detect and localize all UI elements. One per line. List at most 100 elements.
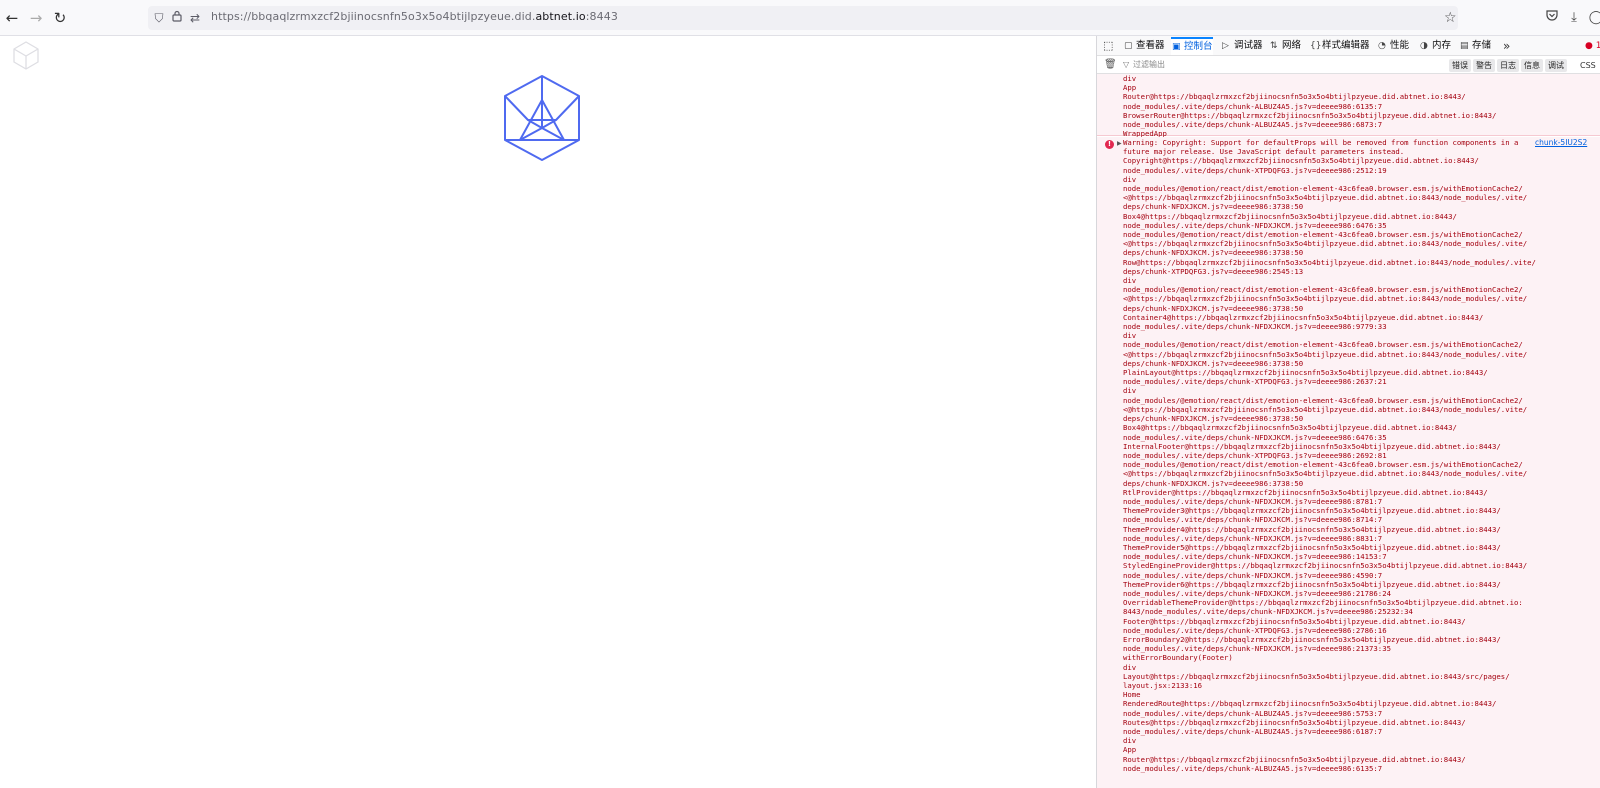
star-icon[interactable]: ☆ [1444, 8, 1457, 28]
console-line: OverridableThemeProvider@https://bbqaqlz… [1123, 598, 1523, 608]
download-icon[interactable]: ⤓ [1566, 8, 1582, 28]
trash-icon[interactable]: 🗑 [1104, 58, 1117, 72]
message-source-link[interactable]: chunk-5IU2S2 [1535, 138, 1587, 148]
console-output[interactable]: div App Router@https://bbqaqlzrmxzcf2bjiin… [1097, 74, 1600, 788]
console-line: layout.jsx:2133:16 [1123, 680, 1203, 690]
console-line: node_modules/@emotion/react/dist/emotion… [1123, 184, 1523, 194]
error-icon: ! [1105, 140, 1114, 149]
tab-inspector[interactable]: ▢ 查看器 [1123, 37, 1165, 55]
console-line: deps/chunk-NFDXJKCM.js?v=deeee986:3738:5… [1123, 202, 1304, 212]
lock-icon[interactable] [169, 9, 185, 27]
console-line: ThemeProvider3@https://bbqaqlzrmxzcf2bji… [1123, 506, 1501, 516]
console-line: node_modules/.vite/deps/chunk-NFDXJKCM.j… [1123, 644, 1391, 654]
reload-icon[interactable]: ↻ [50, 8, 70, 28]
devtools-panel: ⬚ ▢ 查看器 ▣ 控制台 ▷ 调试器 ⇅ 网络 {} 样式编辑器 ◔ 性能 ◑ 内存 ▤ 存储… [1096, 36, 1600, 788]
level-warning-button[interactable]: 警告 [1473, 59, 1495, 72]
console-line: Footer@https://bbqaqlzrmxzcf2bjiinocsnfn… [1123, 616, 1466, 626]
console-line: node_modules/@emotion/react/dist/emotion… [1123, 285, 1523, 295]
account-icon[interactable]: ◯ [1588, 8, 1600, 28]
console-line: Copyright@https://bbqaqlzrmxzcf2bjiinocs… [1123, 156, 1479, 166]
pocket-icon[interactable] [1544, 8, 1560, 28]
console-message: div App Router@https://bbqaqlzrmxzcf2bjiin… [1097, 74, 1600, 138]
console-line: deps/chunk-NFDXJKCM.js?v=deeee986:3738:5… [1123, 303, 1304, 313]
console-line: deps/chunk-XTPDQFG3.js?v=deeee986:2545:1… [1123, 266, 1304, 276]
tab-storage[interactable]: ▤ 存储 [1459, 37, 1491, 55]
tab-debugger[interactable]: ▷ 调试器 [1221, 37, 1263, 55]
console-line: node_modules/.vite/deps/chunk-ALBUZ4A5.j… [1123, 101, 1383, 111]
console-line: node_modules/@emotion/react/dist/emotion… [1123, 460, 1523, 470]
console-filter-bar: 🗑 ▽ 过滤输出 错误 警告 日志 信息 调试 CSS [1097, 56, 1600, 74]
console-line: Router@https://bbqaqlzrmxzcf2bjiinocsnfn… [1123, 754, 1466, 764]
level-debug-button[interactable]: 调试 [1545, 59, 1567, 72]
url-bar[interactable]: ⛉ ⇄ https://bbqaqlzrmxzcf2bjiinocsnfn5o3… [148, 6, 1458, 30]
shield-icon[interactable]: ⛉ [151, 9, 167, 27]
console-line: node_modules/.vite/deps/chunk-ALBUZ4A5.j… [1123, 120, 1383, 130]
url-text[interactable]: https://bbqaqlzrmxzcf2bjiinocsnfn5o3x5o4… [211, 10, 618, 23]
devtools-tabs: ⬚ ▢ 查看器 ▣ 控制台 ▷ 调试器 ⇅ 网络 {} 样式编辑器 ◔ 性能 ◑ 内存 ▤ 存储… [1097, 36, 1600, 56]
arrow-left-icon[interactable]: ← [2, 8, 22, 28]
stack-trace: div App Router@https://bbqaqlzrmxzcf2bjiin… [1123, 74, 1496, 138]
console-line: node_modules/@emotion/react/dist/emotion… [1123, 340, 1523, 350]
console-line: div [1123, 331, 1137, 341]
tab-style-editor[interactable]: {} 样式编辑器 [1309, 37, 1370, 55]
level-error-button[interactable]: 错误 [1449, 59, 1471, 72]
filter-icon: ▽ [1123, 60, 1130, 69]
permissions-icon[interactable]: ⇄ [187, 9, 203, 27]
console-line: InternalFooter@https://bbqaqlzrmxzcf2bji… [1123, 441, 1501, 451]
level-log-button[interactable]: 日志 [1497, 59, 1519, 72]
console-line: Row@https://bbqaqlzrmxzcf2bjiinocsnfn5o3… [1123, 257, 1536, 267]
console-line: node_modules/.vite/deps/chunk-ALBUZ4A5.j… [1123, 727, 1383, 736]
console-line: ErrorBoundary2@https://bbqaqlzrmxzcf2bji… [1123, 634, 1501, 644]
console-line: node_modules/.vite/deps/chunk-NFDXJKCM.j… [1123, 220, 1387, 230]
css-filter-button[interactable]: CSS [1580, 59, 1596, 72]
element-picker-icon[interactable]: ⬚ [1103, 38, 1113, 54]
storage-icon: ▤ [1460, 41, 1469, 51]
console-line: ThemeProvider6@https://bbqaqlzrmxzcf2bji… [1123, 579, 1501, 589]
console-line: BrowserRouter@https://bbqaqlzrmxzcf2bjii… [1123, 110, 1497, 120]
console-line: node_modules/.vite/deps/chunk-XTPDQFG3.j… [1123, 450, 1387, 460]
console-line: future major release. Use JavaScript def… [1123, 147, 1405, 157]
error-count-badge[interactable]: ● 1 [1585, 37, 1600, 55]
filter-input[interactable]: 过滤输出 [1133, 59, 1165, 71]
tab-network[interactable]: ⇅ 网络 [1269, 37, 1301, 55]
console-line: withErrorBoundary(Footer) [1123, 653, 1233, 663]
console-line: <@https://bbqaqlzrmxzcf2bjiinocsnfn5o3x5… [1123, 469, 1528, 479]
console-line: ThemeProvider4@https://bbqaqlzrmxzcf2bji… [1123, 524, 1501, 534]
console-line: Routes@https://bbqaqlzrmxzcf2bjiinocsnfn… [1123, 717, 1466, 727]
level-info-button[interactable]: 信息 [1521, 59, 1543, 72]
arrow-right-icon[interactable]: → [26, 8, 46, 28]
tab-memory[interactable]: ◑ 内存 [1419, 37, 1451, 55]
console-line: div [1123, 276, 1137, 286]
console-line: node_modules/@emotion/react/dist/emotion… [1123, 230, 1523, 240]
console-line: StyledEngineProvider@https://bbqaqlzrmxz… [1123, 561, 1528, 571]
arcblock-logo-icon [504, 75, 580, 161]
console-icon: ▣ [1172, 42, 1181, 52]
console-line: Container4@https://bbqaqlzrmxzcf2bjiinoc… [1123, 312, 1484, 322]
cube-logo-icon [13, 41, 39, 70]
tab-console[interactable]: ▣ 控制台 [1171, 37, 1213, 55]
console-line: div [1123, 386, 1137, 396]
console-line: ThemeProvider5@https://bbqaqlzrmxzcf2bji… [1123, 542, 1501, 552]
console-line: div [1123, 174, 1137, 184]
console-line: <@https://bbqaqlzrmxzcf2bjiinocsnfn5o3x5… [1123, 193, 1528, 203]
expand-triangle-icon[interactable]: ▶ [1117, 139, 1122, 149]
console-line: deps/chunk-NFDXJKCM.js?v=deeee986:3738:5… [1123, 358, 1304, 368]
console-line: node_modules/@emotion/react/dist/emotion… [1123, 395, 1523, 405]
chevron-double-right-icon[interactable]: » [1503, 37, 1510, 55]
console-line: Home [1123, 690, 1141, 700]
console-message: ! ▶ chunk-5IU2S2 Warning: Copyright: Sup… [1097, 137, 1600, 788]
page-content [0, 36, 1096, 788]
console-line: node_modules/.vite/deps/chunk-NFDXJKCM.j… [1123, 588, 1391, 598]
console-line: div [1123, 736, 1137, 746]
console-line: div [1123, 74, 1137, 83]
console-line: node_modules/.vite/deps/chunk-NFDXJKCM.j… [1123, 432, 1387, 442]
console-line: 8443/node_modules/.vite/deps/chunk-NFDXJ… [1123, 607, 1413, 617]
console-line: <@https://bbqaqlzrmxzcf2bjiinocsnfn5o3x5… [1123, 294, 1528, 304]
tab-performance[interactable]: ◔ 性能 [1377, 37, 1409, 55]
performance-icon: ◔ [1378, 41, 1386, 51]
console-line: node_modules/.vite/deps/chunk-XTPDQFG3.j… [1123, 165, 1387, 175]
console-line: RtlProvider@https://bbqaqlzrmxzcf2bjiino… [1123, 487, 1488, 497]
console-line: <@https://bbqaqlzrmxzcf2bjiinocsnfn5o3x5… [1123, 404, 1528, 414]
console-line: node_modules/.vite/deps/chunk-NFDXJKCM.j… [1123, 496, 1383, 506]
console-line: <@https://bbqaqlzrmxzcf2bjiinocsnfn5o3x5… [1123, 239, 1528, 249]
